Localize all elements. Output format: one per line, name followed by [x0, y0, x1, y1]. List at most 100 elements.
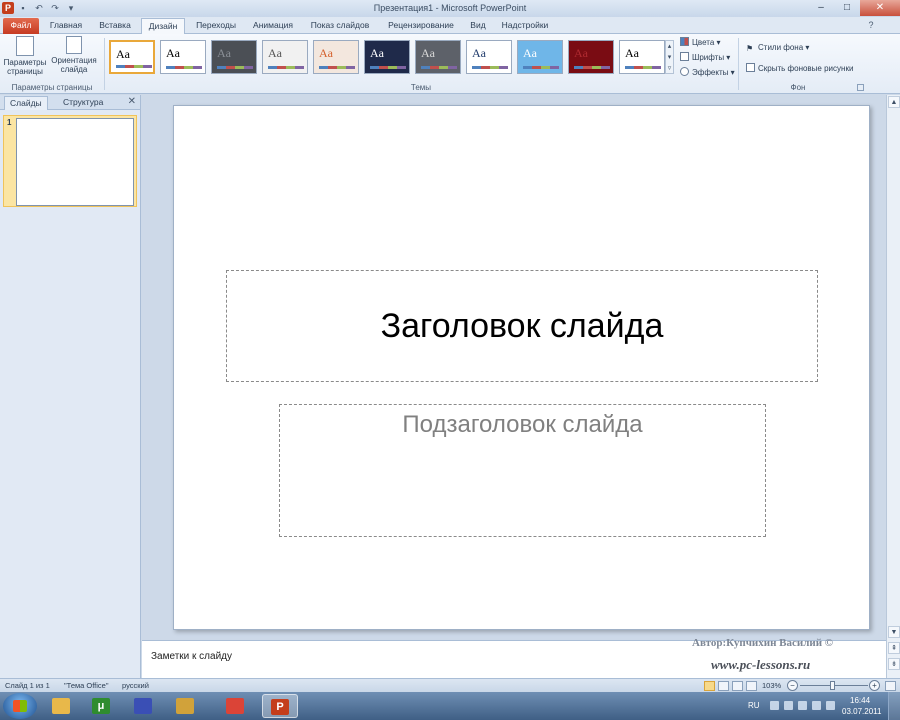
title-bar: P ▪ ↶ ↷ ▾ Презентация1 - Microsoft Power… — [0, 0, 900, 17]
theme-gallery-scroll[interactable]: ▴ ▾ ▿ — [665, 40, 674, 74]
slide-orientation-button[interactable]: Ориентация слайда — [49, 36, 99, 74]
title-placeholder-text: Заголовок слайда — [380, 306, 664, 345]
theme-sample-text: Aa — [370, 46, 384, 60]
zoom-level[interactable]: 103% — [762, 681, 781, 690]
tab-view[interactable]: Вид — [466, 18, 490, 34]
keyboard-language[interactable]: RU — [748, 701, 760, 710]
theme-color-bars — [574, 66, 610, 69]
normal-view-icon[interactable] — [704, 681, 715, 691]
taskbar-tool-app-button[interactable] — [167, 694, 203, 718]
language-indicator[interactable]: русский — [122, 681, 149, 690]
tab-file[interactable]: Файл — [3, 18, 39, 34]
slides-pane: Слайды Структура ✕ 1 — [0, 95, 141, 678]
fonts-label: Шрифты — [692, 53, 725, 62]
tab-outline[interactable]: Структура — [58, 96, 108, 110]
page-setup-label: Параметры страницы — [3, 58, 47, 76]
colors-icon — [680, 37, 689, 46]
theme-thumbnail[interactable]: Aa — [517, 40, 563, 74]
page-setup-icon — [16, 36, 34, 56]
tab-review[interactable]: Рецензирование — [380, 18, 462, 34]
network-icon[interactable] — [798, 701, 807, 710]
zoom-in-icon[interactable]: + — [869, 680, 880, 691]
theme-color-bars — [472, 66, 508, 69]
fit-to-window-icon[interactable] — [885, 681, 896, 691]
zoom-out-icon[interactable]: − — [787, 680, 798, 691]
minimize-button[interactable]: – — [808, 0, 834, 16]
theme-thumbnail[interactable]: Aa — [211, 40, 257, 74]
theme-fonts-button[interactable]: Шрифты ▾ — [680, 52, 730, 64]
slide-show-icon[interactable] — [746, 681, 757, 691]
show-desktop-button[interactable] — [888, 692, 900, 720]
taskbar-chrome-button[interactable] — [217, 694, 253, 718]
hide-background-graphics-checkbox[interactable]: Скрыть фоновые рисунки — [746, 63, 853, 75]
help-icon[interactable]: ? — [866, 20, 876, 30]
orientation-label: Ориентация слайда — [51, 56, 97, 74]
tab-home[interactable]: Главная — [44, 18, 88, 34]
vertical-scrollbar[interactable]: ▲ ▼ ⇞ ⇟ — [886, 95, 900, 678]
tab-transitions[interactable]: Переходы — [190, 18, 242, 34]
scroll-down-icon[interactable]: ▼ — [888, 626, 900, 638]
flag-icon[interactable] — [784, 701, 793, 710]
theme-thumbnail[interactable]: Aa — [466, 40, 512, 74]
background-styles-button[interactable]: ⚑ Стили фона ▾ — [746, 42, 809, 54]
reading-view-icon[interactable] — [732, 681, 743, 691]
maximize-button[interactable]: □ — [834, 0, 860, 16]
theme-thumbnail[interactable]: Aa — [415, 40, 461, 74]
theme-thumbnail[interactable]: Aa — [160, 40, 206, 74]
tool-app-icon — [176, 698, 194, 714]
theme-name[interactable]: "Тема Office" — [64, 681, 109, 690]
theme-sample-text: Aa — [166, 46, 180, 60]
close-pane-icon[interactable]: ✕ — [128, 96, 136, 107]
slide-counter: Слайд 1 из 1 — [5, 681, 50, 690]
clock-time[interactable]: 16:44 — [850, 696, 870, 705]
background-dialog-launcher-icon[interactable] — [857, 84, 864, 91]
theme-effects-button[interactable]: Эффекты ▾ — [680, 67, 735, 79]
taskbar-powerpoint-button[interactable]: P — [262, 694, 298, 718]
volume-icon[interactable] — [812, 701, 821, 710]
page-setup-button[interactable]: Параметры страницы — [3, 36, 47, 76]
taskbar-utorrent-button[interactable]: μ — [83, 694, 119, 718]
theme-color-bars — [217, 66, 253, 69]
watermark-site: www.pc-lessons.ru — [711, 657, 811, 672]
slide-sorter-icon[interactable] — [718, 681, 729, 691]
previous-slide-icon[interactable]: ⇞ — [888, 642, 900, 654]
slide-thumbnail[interactable] — [16, 118, 134, 206]
explorer-icon — [52, 698, 70, 714]
tab-animations[interactable]: Анимация — [246, 18, 300, 34]
theme-thumbnail[interactable]: Aa — [568, 40, 614, 74]
clock-date[interactable]: 03.07.2011 — [842, 707, 881, 716]
taskbar-save-app-button[interactable] — [125, 694, 161, 718]
zoom-slider-thumb[interactable] — [830, 681, 835, 690]
start-button[interactable] — [3, 693, 37, 719]
fonts-icon — [680, 52, 689, 61]
theme-color-bars — [370, 66, 406, 69]
close-button[interactable]: ✕ — [860, 0, 900, 16]
tray-arrow-icon[interactable] — [770, 701, 779, 710]
theme-sample-text: Aa — [319, 46, 333, 60]
tab-design[interactable]: Дизайн — [141, 18, 185, 35]
subtitle-placeholder[interactable]: Подзаголовок слайда — [279, 404, 766, 537]
theme-thumbnail[interactable]: Aa — [109, 40, 155, 74]
effects-icon — [680, 67, 689, 76]
status-bar: Слайд 1 из 1 "Тема Office" русский 103% … — [0, 678, 900, 692]
theme-sample-text: Aa — [217, 46, 231, 60]
theme-thumbnail[interactable]: Aa — [313, 40, 359, 74]
next-slide-icon[interactable]: ⇟ — [888, 658, 900, 670]
tab-insert[interactable]: Вставка — [92, 18, 138, 34]
slide-thumbnail-row[interactable]: 1 — [3, 115, 137, 207]
theme-sample-text: Aa — [523, 46, 537, 60]
theme-colors-button[interactable]: Цвета ▾ — [680, 37, 721, 49]
tab-slides[interactable]: Слайды — [4, 96, 48, 110]
theme-thumbnail[interactable]: Aa — [364, 40, 410, 74]
taskbar-explorer-button[interactable] — [43, 694, 79, 718]
watermark-author: Автор:Купчихин Василий © — [692, 637, 834, 649]
scroll-up-icon[interactable]: ▲ — [888, 96, 900, 108]
tray-app-icon[interactable] — [826, 701, 835, 710]
tab-addins[interactable]: Надстройки — [496, 18, 554, 34]
tab-slide-show[interactable]: Показ слайдов — [304, 18, 376, 34]
title-placeholder[interactable]: Заголовок слайда — [226, 270, 818, 382]
theme-sample-text: Aa — [421, 46, 435, 60]
theme-thumbnail[interactable]: Aa — [262, 40, 308, 74]
theme-thumbnail[interactable]: Aa — [619, 40, 665, 74]
chrome-icon — [226, 698, 244, 714]
